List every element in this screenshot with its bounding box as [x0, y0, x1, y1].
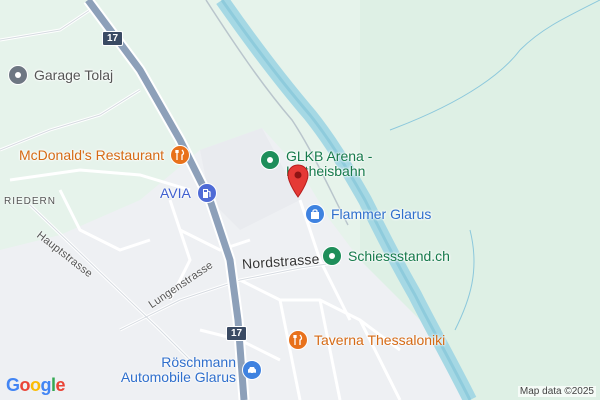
- poi-label: Taverna Thessaloniki: [314, 331, 446, 348]
- poi-garage-tolaj[interactable]: Garage Tolaj: [8, 65, 113, 85]
- poi-avia[interactable]: AVIA: [160, 183, 217, 203]
- route-shield-17: 17: [226, 326, 248, 341]
- gas-pump-icon: [196, 183, 217, 203]
- pin-icon: [8, 65, 28, 85]
- google-logo: Google: [6, 375, 66, 395]
- location-marker-icon[interactable]: [287, 164, 309, 198]
- map-canvas[interactable]: 17 17 RIEDERN Hauptstrasse Lungenstrasse…: [0, 0, 600, 400]
- fork-knife-icon: [170, 145, 191, 165]
- poi-label: Schiessstand.ch: [348, 247, 450, 264]
- poi-flammer-glarus[interactable]: Flammer Glarus: [305, 204, 431, 224]
- poi-label: AVIA: [160, 184, 191, 201]
- fork-knife-icon: [288, 330, 308, 350]
- stadium-icon: [260, 150, 280, 170]
- shopping-bag-icon: [305, 204, 325, 224]
- route-shield-17: 17: [102, 31, 124, 46]
- car-icon: [242, 359, 262, 380]
- poi-mcdonalds[interactable]: McDonald's Restaurant: [19, 145, 191, 165]
- map-attribution[interactable]: Map data ©2025: [517, 386, 596, 397]
- poi-label: Röschmann Automobile Glarus: [120, 354, 236, 385]
- poi-schiessstand[interactable]: Schiessstand.ch: [322, 246, 450, 266]
- poi-roschmann[interactable]: Röschmann Automobile Glarus: [116, 355, 262, 384]
- poi-glkb-arena[interactable]: GLKB Arena - Lintheisbahn: [260, 149, 386, 178]
- poi-label: McDonald's Restaurant: [19, 146, 165, 163]
- poi-label: Flammer Glarus: [331, 205, 432, 222]
- street-label-riedern: RIEDERN: [4, 196, 57, 207]
- poi-label: Garage Tolaj: [34, 66, 114, 83]
- poi-taverna-thessaloniki[interactable]: Taverna Thessaloniki: [288, 330, 445, 350]
- stadium-icon: [322, 246, 342, 266]
